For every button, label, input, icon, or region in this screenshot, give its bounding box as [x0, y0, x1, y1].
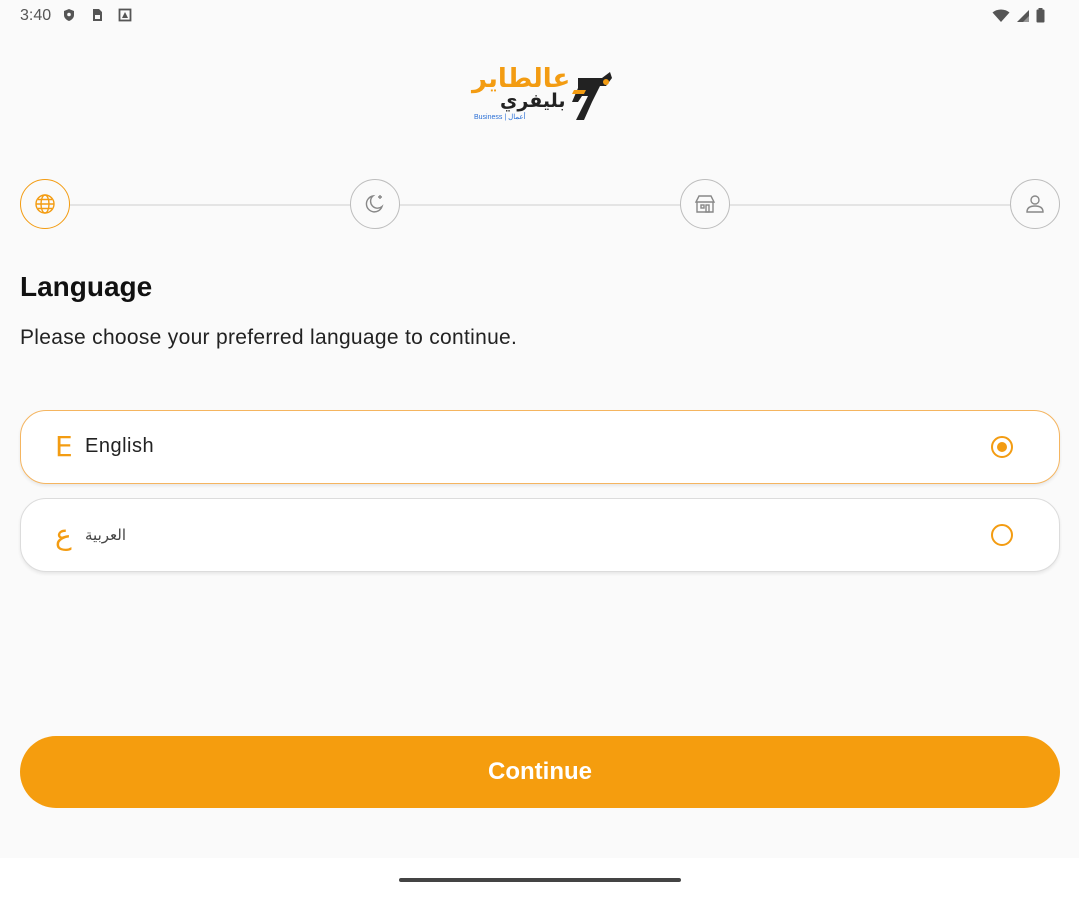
sim-card-icon: [93, 9, 102, 21]
continue-button[interactable]: Continue: [20, 736, 1060, 808]
signal-icon: [1017, 9, 1029, 22]
language-label-english: English: [85, 435, 155, 457]
user-icon: [1026, 195, 1044, 213]
status-icons-right: [992, 8, 1045, 23]
step-theme[interactable]: [350, 179, 400, 229]
shield-icon: [64, 9, 74, 21]
stepper-line: [46, 204, 1034, 206]
radio-arabic[interactable]: [991, 524, 1013, 546]
page-title: Language: [20, 271, 153, 302]
step-profile[interactable]: [1010, 179, 1060, 229]
language-label-arabic: العربية: [85, 526, 126, 544]
language-option-english[interactable]: E English: [20, 410, 1060, 484]
logo-text-secondary: بليفري: [500, 90, 566, 112]
wifi-icon: [992, 9, 1010, 22]
status-time: 3:40: [20, 7, 52, 24]
status-bar: 3:40: [0, 0, 1079, 32]
logo-mark-icon: [572, 72, 612, 120]
radio-english[interactable]: [991, 436, 1013, 458]
language-option-arabic[interactable]: ع العربية: [20, 498, 1060, 572]
app-screen: 3:40 عالطاير بليفري Business | أعمال Lan…: [0, 0, 1079, 900]
status-icons-left: [62, 8, 132, 22]
page-subtitle: Please choose your preferred language to…: [20, 326, 518, 349]
onboarding-stepper: [20, 179, 1060, 231]
battery-icon: [1036, 8, 1045, 23]
store-icon: [694, 195, 716, 213]
globe-icon: [35, 194, 55, 214]
logo-text-tagline: Business | أعمال: [474, 114, 526, 121]
brand-logo: عالطاير بليفري Business | أعمال: [468, 60, 616, 128]
system-navigation-bar: [0, 858, 1079, 900]
home-indicator[interactable]: [399, 878, 681, 882]
english-glyph-icon: E: [55, 430, 73, 463]
moon-stars-icon: [365, 194, 384, 213]
notification-icon: [118, 8, 132, 22]
step-language[interactable]: [20, 179, 70, 229]
step-store[interactable]: [680, 179, 730, 229]
arabic-glyph-icon: ع: [55, 518, 72, 551]
